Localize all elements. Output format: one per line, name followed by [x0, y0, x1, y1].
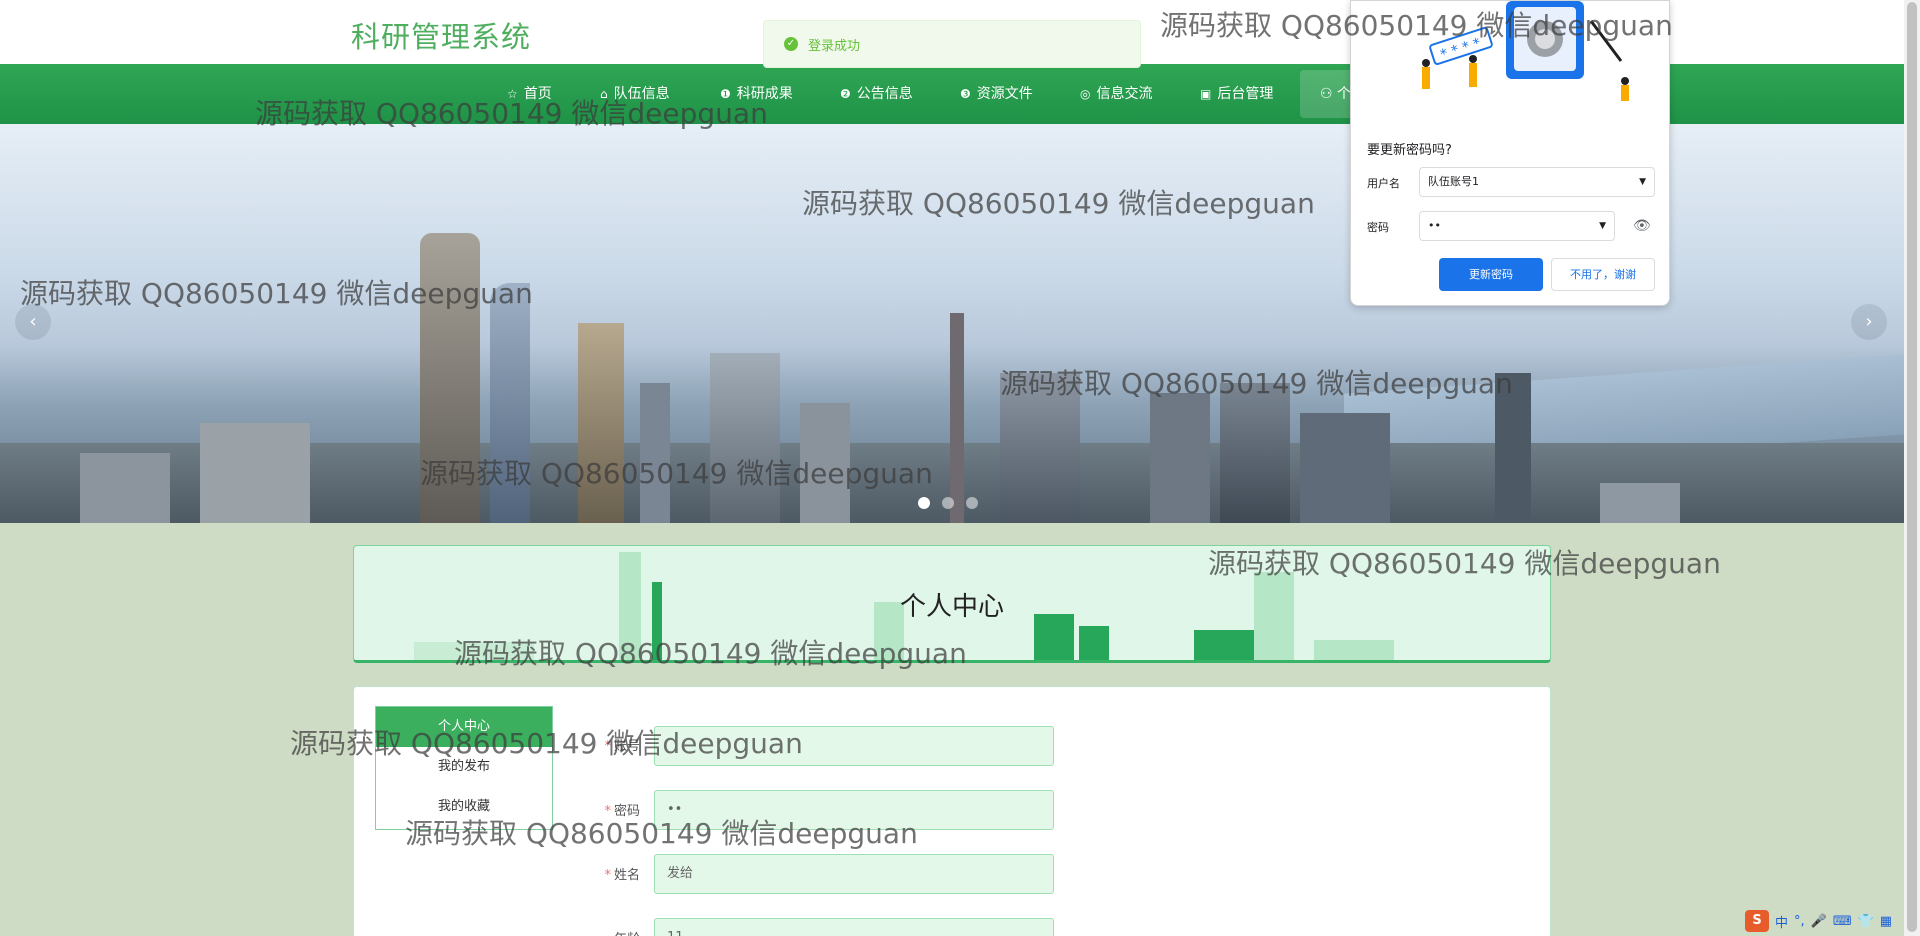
nav-label: 信息交流 — [1096, 86, 1153, 102]
banner-building — [490, 283, 530, 523]
page-scrollbar[interactable] — [1904, 0, 1920, 936]
user-icon: ⚇ — [1320, 86, 1338, 102]
banner-building — [200, 423, 310, 523]
nav-label: 后台管理 — [1217, 86, 1274, 102]
password-label: * 密码 — [604, 804, 640, 819]
scrollbar-thumb[interactable] — [1907, 2, 1917, 932]
admin-icon: ▣ — [1200, 87, 1212, 101]
side-menu-item-my-posts[interactable]: 我的发布 — [376, 747, 552, 787]
banner-building — [640, 383, 670, 523]
password-illustration-icon: * * * * — [1381, 1, 1641, 111]
nav-label: 队伍信息 — [613, 86, 670, 102]
carousel-dot[interactable] — [966, 497, 978, 509]
popup-title: 要更新密码吗? — [1367, 143, 1452, 158]
banner-building — [710, 353, 780, 523]
age-label: 年龄 — [550, 928, 640, 936]
carousel-prev-arrow[interactable]: ‹ — [15, 304, 51, 340]
caret-down-icon: ▼ — [1599, 221, 1606, 231]
password-update-popup: * * * * 要更新密码吗? 用户名 队伍账号1 ▼ 密码 •• ▼ 👁 更新… — [1350, 0, 1670, 306]
username-value: 队伍账号1 — [1428, 175, 1479, 188]
banner-building — [800, 403, 850, 523]
banner-building — [420, 233, 480, 523]
age-input[interactable]: 11 — [654, 918, 1054, 936]
password-input[interactable]: •• — [654, 790, 1054, 830]
banner-building — [1150, 393, 1210, 523]
username-select[interactable]: 队伍账号1 ▼ — [1419, 167, 1655, 197]
nav-label: 个 — [1337, 86, 1352, 102]
toast-message: 登录成功 — [808, 38, 861, 54]
banner-building — [1300, 413, 1390, 523]
banner-building — [1220, 383, 1290, 523]
carousel-indicators — [918, 497, 978, 509]
password-label: 密码 — [1367, 221, 1389, 234]
nav-item-resources[interactable]: ❸ 资源文件 — [960, 64, 1033, 124]
name-label: * 姓名 — [604, 868, 640, 883]
skin-icon[interactable]: 👕 — [1858, 914, 1874, 929]
question-icon: ❷ — [840, 87, 851, 101]
nav-item-exchange[interactable]: ◎ 信息交流 — [1080, 64, 1152, 124]
sogou-logo-icon[interactable]: S — [1745, 910, 1769, 932]
password-select[interactable]: •• ▼ — [1419, 211, 1615, 241]
ime-punct[interactable]: °, — [1794, 914, 1805, 929]
nav-label: 资源文件 — [976, 86, 1033, 102]
info-icon: ❸ — [960, 87, 971, 101]
carousel-dot[interactable] — [942, 497, 954, 509]
required-mark: * — [604, 804, 611, 819]
update-password-button[interactable]: 更新密码 — [1439, 258, 1543, 291]
side-menu-item-my-favorites[interactable]: 我的收藏 — [376, 787, 552, 827]
caret-down-icon: ▼ — [1639, 177, 1646, 187]
carousel-dot[interactable] — [918, 497, 930, 509]
keyboard-icon[interactable]: ⌨ — [1833, 914, 1852, 929]
site-title[interactable]: 科研管理系统 — [351, 14, 531, 56]
required-mark: * — [604, 739, 611, 754]
nav-item-home[interactable]: ☆ 首页 — [507, 64, 552, 124]
name-input[interactable]: 发给 — [654, 854, 1054, 894]
personal-center-title: 个人中心 — [899, 592, 1004, 622]
account-input[interactable] — [654, 726, 1054, 766]
password-value: •• — [1428, 219, 1441, 232]
check-circle-icon: ✓ — [784, 37, 798, 51]
nav-label: 公告信息 — [856, 86, 913, 102]
nav-item-notice[interactable]: ❷ 公告信息 — [840, 64, 913, 124]
required-mark: * — [604, 868, 611, 883]
info-icon: ❶ — [720, 87, 731, 101]
nav-label: 首页 — [523, 86, 552, 102]
account-label: * 账号 — [604, 739, 640, 754]
ime-lang[interactable]: 中 — [1775, 912, 1788, 931]
username-label: 用户名 — [1367, 177, 1400, 190]
ime-toolbar: S 中 °, 🎤 ⌨ 👕 ▦ — [1745, 908, 1904, 934]
nav-item-research[interactable]: ❶ 科研成果 — [720, 64, 793, 124]
banner-building — [1000, 373, 1080, 523]
banner-building — [80, 453, 170, 523]
side-menu: 个人中心 我的发布 我的收藏 — [375, 706, 553, 830]
decline-button[interactable]: 不用了，谢谢 — [1551, 258, 1655, 291]
banner-building — [578, 323, 624, 523]
banner-building — [950, 313, 964, 523]
banner-building — [1600, 483, 1680, 523]
banner-building — [1495, 373, 1531, 523]
eye-icon[interactable]: 👁 — [1633, 218, 1651, 234]
personal-center-header: 个人中心 — [353, 545, 1551, 663]
nav-label: 科研成果 — [736, 86, 793, 102]
nav-item-team[interactable]: ⌂ 队伍信息 — [600, 64, 670, 124]
star-icon: ☆ — [507, 87, 518, 101]
chat-icon: ◎ — [1080, 87, 1091, 101]
grid-icon[interactable]: ▦ — [1880, 914, 1892, 929]
home-icon: ⌂ — [600, 87, 608, 101]
success-toast: ✓ 登录成功 — [763, 20, 1141, 68]
nav-item-admin[interactable]: ▣ 后台管理 — [1200, 64, 1273, 124]
side-menu-item-personal-center[interactable]: 个人中心 — [376, 707, 552, 747]
microphone-icon[interactable]: 🎤 — [1811, 914, 1827, 929]
carousel-next-arrow[interactable]: › — [1851, 304, 1887, 340]
